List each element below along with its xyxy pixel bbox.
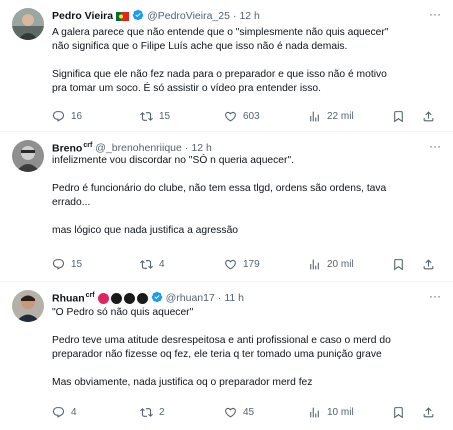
like-button[interactable]: 179	[224, 258, 260, 271]
view-count: 22 mil	[327, 110, 354, 122]
avatar[interactable]	[12, 8, 44, 40]
views-button[interactable]: 20 mil	[308, 258, 354, 271]
view-count: 20 mil	[327, 258, 354, 270]
reply-count: 16	[71, 110, 83, 122]
tweet-line: Pedro teve uma atitude desrespeitosa e a…	[52, 335, 391, 346]
heart-icon	[225, 407, 236, 417]
reply-count: 15	[71, 258, 83, 270]
more-options-icon[interactable]: ···	[429, 289, 441, 303]
portugal-flag-icon	[116, 11, 130, 21]
tweet[interactable]: Pedro Vieira @PedroVieira_25 · 12 h ··· …	[0, 0, 453, 132]
retweet-count: 4	[159, 258, 165, 270]
red-circle-icon	[97, 292, 109, 304]
like-count: 603	[243, 110, 260, 122]
tweet-line: mas lógico que nada justifica a agressão	[52, 225, 239, 236]
black-circle-icon	[123, 292, 135, 304]
tweet-actions: 16 15 603 22 mil	[52, 108, 437, 124]
reply-button[interactable]: 16	[52, 110, 82, 123]
black-circle-icon	[136, 292, 148, 304]
share-button[interactable]	[422, 110, 441, 123]
bookmark-button[interactable]	[392, 406, 411, 419]
author-handle[interactable]: @rhuan17	[166, 292, 215, 304]
tweet-line: errado...	[52, 197, 91, 208]
verified-icon	[151, 291, 163, 306]
separator-dot: ·	[184, 142, 189, 154]
heart-icon	[225, 111, 236, 121]
tweet-line: A galera parece que não entende que o "s…	[52, 27, 389, 38]
retweet-button[interactable]: 2	[140, 406, 165, 419]
separator-dot: ·	[232, 10, 237, 22]
like-button[interactable]: 603	[224, 110, 260, 123]
reply-icon	[52, 110, 65, 122]
share-icon	[423, 258, 434, 269]
retweet-icon	[140, 111, 153, 121]
heart-icon	[225, 259, 236, 269]
tweet-text: infelizmente vou discordar no "SÓ n quer…	[52, 154, 437, 238]
tweet[interactable]: Rhuancrf @rhuan17 · 11 h ··· "O Pedro só…	[0, 282, 453, 430]
reply-button[interactable]: 15	[52, 258, 82, 271]
timestamp[interactable]: 12 h	[239, 10, 259, 22]
reply-icon	[52, 406, 65, 418]
more-options-icon[interactable]: ···	[429, 7, 441, 21]
views-button[interactable]: 22 mil	[308, 110, 354, 123]
tweet-line: não significa que o Filipe Luís ache que…	[52, 41, 348, 52]
tweet-actions: 15 4 179 20 mil	[52, 256, 437, 272]
bookmark-icon	[394, 258, 403, 270]
share-icon	[423, 406, 434, 417]
share-button[interactable]	[422, 406, 441, 419]
tweet-line: Significa que ele não fez nada para o pr…	[52, 69, 387, 80]
tweet-line: preparador não fizesse oq fez, ele teria…	[52, 349, 382, 360]
tweet[interactable]: Brenocrf @_brenohenriique · 12 h ··· inf…	[0, 132, 453, 282]
tweet-header: Rhuancrf @rhuan17 · 11 h	[52, 290, 425, 306]
share-button[interactable]	[422, 258, 441, 271]
bookmark-icon	[394, 110, 403, 122]
like-button[interactable]: 45	[224, 406, 254, 419]
author-handle[interactable]: @_brenohenriique	[95, 142, 182, 154]
reply-count: 4	[71, 406, 77, 418]
tweet-line: infelizmente vou discordar no "SÓ n quer…	[52, 155, 294, 166]
views-icon	[310, 111, 319, 121]
like-count: 45	[243, 406, 255, 418]
tweet-line: "O Pedro só não quis aquecer"	[52, 307, 194, 318]
reply-icon	[52, 258, 65, 270]
tweet-text: A galera parece que não entende que o "s…	[52, 26, 437, 96]
tweet-actions: 4 2 45 10 mil	[52, 404, 437, 420]
retweet-icon	[140, 259, 153, 269]
share-icon	[423, 110, 434, 121]
views-button[interactable]: 10 mil	[308, 406, 354, 419]
views-icon	[310, 407, 319, 417]
bookmark-icon	[394, 406, 403, 418]
views-icon	[310, 259, 319, 269]
black-circle-icon	[110, 292, 122, 304]
author-handle[interactable]: @PedroVieira_25	[147, 10, 230, 22]
retweet-button[interactable]: 4	[140, 258, 165, 271]
retweet-icon	[140, 407, 153, 417]
tweet-line: Pedro é funcionário do clube, não tem es…	[52, 183, 387, 194]
timestamp[interactable]: 12 h	[191, 142, 211, 154]
retweet-count: 2	[159, 406, 165, 418]
separator-dot: ·	[217, 292, 222, 304]
timestamp[interactable]: 11 h	[224, 292, 244, 304]
reply-button[interactable]: 4	[52, 406, 77, 419]
retweet-count: 15	[159, 110, 171, 122]
tweet-text: "O Pedro só não quis aquecer" Pedro teve…	[52, 306, 437, 390]
verified-icon	[132, 9, 144, 24]
tweet-line: pra tomar um soco. É só assistir o vídeo…	[52, 83, 321, 94]
avatar[interactable]	[12, 140, 44, 172]
bookmark-button[interactable]	[392, 258, 411, 271]
author-name[interactable]: Pedro Vieira	[52, 10, 113, 22]
author-name[interactable]: Brenocrf	[52, 142, 92, 155]
like-count: 179	[243, 258, 260, 270]
avatar[interactable]	[12, 290, 44, 322]
author-name[interactable]: Rhuancrf	[52, 292, 95, 305]
retweet-button[interactable]: 15	[140, 110, 170, 123]
tweet-line: Mas obviamente, nada justifica oq o prep…	[52, 377, 313, 388]
tweet-header: Pedro Vieira @PedroVieira_25 · 12 h	[52, 8, 425, 24]
bookmark-button[interactable]	[392, 110, 411, 123]
more-options-icon[interactable]: ···	[429, 139, 441, 153]
view-count: 10 mil	[327, 406, 354, 418]
